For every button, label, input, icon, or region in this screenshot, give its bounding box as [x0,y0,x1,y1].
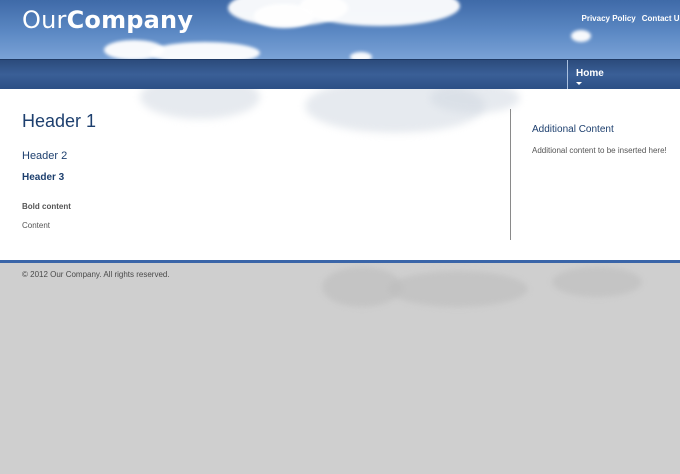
copyright-notice: © 2012 Our Company. All rights reserved. [22,270,170,279]
header-cloud [150,42,260,59]
bold-content-text: Bold content [22,202,71,211]
company-logo[interactable]: OurCompany [22,6,193,34]
utility-links: Privacy Policy Contact Us [582,14,680,23]
logo-text-light: Our [22,6,67,34]
caret-down-icon [576,82,582,85]
nav-item-home[interactable]: Home [567,60,680,90]
header-cloud [571,30,591,42]
site-footer: © 2012 Our Company. All rights reserved. [0,263,680,474]
footer-cloud [552,267,642,297]
backdrop-cloud [140,89,260,119]
column-divider [510,109,511,240]
contact-us-link[interactable]: Contact Us [642,14,680,23]
page-heading-3: Header 3 [22,172,65,183]
footer-cloud [388,271,528,307]
nav-item-label: Home [576,68,604,79]
sidebar-title: Additional Content [532,124,614,135]
privacy-policy-link[interactable]: Privacy Policy [582,14,636,23]
content-panel: Header 1 Header 2 Header 3 Bold content … [0,89,680,260]
page-heading-2: Header 2 [22,150,68,162]
main-navigation: Home [0,59,680,90]
header-cloud [350,52,372,59]
sidebar-text: Additional content to be inserted here! [532,146,667,155]
logo-text-bold: Company [66,6,194,34]
site-header: OurCompany Privacy Policy Contact Us [0,0,680,59]
header-cloud [254,4,314,28]
page-heading-1: Header 1 [22,111,97,131]
content-text: Content [22,221,51,230]
